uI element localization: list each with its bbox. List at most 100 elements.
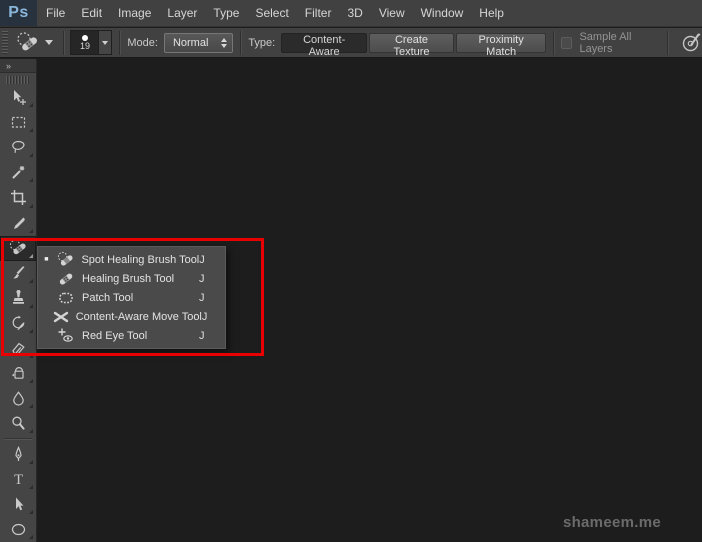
flyout-item-spot-healing-brush[interactable]: Spot Healing Brush Tool J — [38, 250, 225, 269]
red-eye-icon — [55, 327, 77, 345]
flyout-item-shortcut: J — [199, 254, 217, 266]
mode-dropdown[interactable]: Normal — [164, 33, 233, 53]
magic-wand-icon — [10, 164, 27, 181]
menu-item-view[interactable]: View — [371, 0, 413, 26]
menu-item-select[interactable]: Select — [247, 0, 296, 26]
tool-shape[interactable] — [0, 517, 36, 542]
watermark: shameem.me — [563, 514, 661, 531]
options-bar-grip[interactable] — [2, 31, 8, 55]
tablet-pressure-button[interactable] — [681, 32, 702, 53]
divider — [667, 31, 668, 55]
tool-path-selection[interactable] — [0, 492, 36, 517]
flyout-item-healing-brush[interactable]: Healing Brush Tool J — [38, 269, 225, 288]
mode-dropdown-value: Normal — [173, 37, 221, 49]
eraser-icon — [10, 340, 27, 357]
tool-preset-caret-icon — [45, 40, 53, 45]
blur-icon — [10, 390, 27, 407]
mode-label: Mode: — [127, 37, 158, 49]
tool-dodge[interactable] — [0, 411, 36, 436]
brush-size-value: 19 — [80, 42, 90, 51]
menu-item-filter[interactable]: Filter — [297, 0, 340, 26]
tools-panel-grip[interactable] — [6, 76, 30, 84]
tool-spot-healing-brush[interactable] — [0, 236, 36, 261]
dodge-icon — [10, 415, 27, 432]
options-bar: 19 Mode: Normal Type: Content-Aware Crea… — [0, 28, 702, 58]
sample-all-layers-label: Sample All Layers — [579, 31, 660, 55]
history-brush-icon — [10, 315, 27, 332]
tablet-pressure-icon — [681, 32, 702, 53]
brush-size-dropdown-button[interactable] — [98, 31, 111, 54]
ps-logo: Ps — [0, 0, 37, 26]
menu-item-help[interactable]: Help — [471, 0, 512, 26]
clone-stamp-icon — [10, 290, 27, 307]
flyout-item-shortcut: J — [199, 273, 217, 285]
spot-healing-brush-icon — [55, 251, 77, 269]
tools-panel: » — [0, 59, 37, 542]
crop-icon — [10, 189, 27, 206]
tool-preset-picker[interactable] — [13, 31, 56, 55]
photoshop-window: Ps File Edit Image Layer Type Select Fil… — [0, 0, 702, 542]
chevron-down-icon — [102, 41, 108, 45]
type-create-texture-button[interactable]: Create Texture — [369, 33, 454, 53]
type-segmented-control: Content-Aware Create Texture Proximity M… — [281, 33, 546, 53]
flyout-item-shortcut: J — [199, 330, 217, 342]
tool-eraser[interactable] — [0, 336, 36, 361]
checkbox-box-icon[interactable] — [561, 37, 572, 49]
tool-move[interactable] — [0, 85, 36, 110]
menu-item-window[interactable]: Window — [413, 0, 472, 26]
flyout-item-content-aware-move[interactable]: Content-Aware Move Tool J — [38, 307, 225, 326]
divider — [553, 31, 554, 55]
paint-bucket-icon — [10, 365, 27, 382]
menu-item-edit[interactable]: Edit — [73, 0, 110, 26]
updown-spinner-icon — [221, 38, 227, 48]
menu-item-3d[interactable]: 3D — [339, 0, 370, 26]
flyout-item-label: Patch Tool — [77, 292, 199, 304]
divider — [119, 31, 120, 55]
svg-text:T: T — [14, 472, 23, 488]
patch-icon — [55, 289, 77, 307]
flyout-item-patch[interactable]: Patch Tool J — [38, 288, 225, 307]
marquee-icon — [10, 114, 27, 131]
flyout-item-label: Red Eye Tool — [77, 330, 199, 342]
menu-item-image[interactable]: Image — [110, 0, 159, 26]
tool-lasso[interactable] — [0, 135, 36, 160]
menu-item-type[interactable]: Type — [205, 0, 247, 26]
sample-all-layers-checkbox[interactable]: Sample All Layers — [561, 31, 660, 55]
tool-rectangular-marquee[interactable] — [0, 110, 36, 135]
tool-pen[interactable] — [0, 442, 36, 467]
tool-eyedropper[interactable] — [0, 211, 36, 236]
pen-icon — [10, 446, 27, 463]
healing-brush-icon — [55, 270, 77, 288]
flyout-item-shortcut: J — [199, 292, 217, 304]
divider — [240, 31, 241, 55]
spot-healing-brush-icon — [9, 239, 28, 258]
lasso-icon — [10, 139, 27, 156]
menu-item-layer[interactable]: Layer — [159, 0, 205, 26]
flyout-item-red-eye[interactable]: Red Eye Tool J — [38, 326, 225, 345]
spot-healing-brush-icon — [16, 31, 40, 55]
tool-magic-wand[interactable] — [0, 160, 36, 185]
tool-brush[interactable] — [0, 261, 36, 286]
tool-clone-stamp[interactable] — [0, 286, 36, 311]
flyout-item-shortcut: J — [202, 311, 217, 323]
main-menu: File Edit Image Layer Type Select Filter… — [38, 0, 512, 26]
eyedropper-icon — [10, 215, 27, 232]
flyout-item-label: Content-Aware Move Tool — [71, 311, 202, 323]
tool-history-brush[interactable] — [0, 311, 36, 336]
brush-size-picker[interactable]: 19 — [70, 30, 112, 55]
type-proximity-match-button[interactable]: Proximity Match — [456, 33, 546, 53]
tool-flyout-menu: Spot Healing Brush Tool J Healing Brush — [37, 246, 226, 349]
collapse-tools-button[interactable]: » — [0, 59, 36, 73]
type-content-aware-button[interactable]: Content-Aware — [281, 33, 367, 53]
tool-blur[interactable] — [0, 386, 36, 411]
content-aware-move-icon — [52, 308, 70, 326]
type-label: Type: — [248, 37, 275, 49]
move-icon — [10, 89, 27, 106]
shape-icon — [10, 521, 27, 538]
tool-crop[interactable] — [0, 185, 36, 210]
tool-type[interactable]: T — [0, 467, 36, 492]
double-chevron-icon: » — [6, 61, 12, 71]
brush-tip-dot — [82, 35, 88, 41]
menu-item-file[interactable]: File — [38, 0, 73, 26]
tool-paint-bucket[interactable] — [0, 361, 36, 386]
